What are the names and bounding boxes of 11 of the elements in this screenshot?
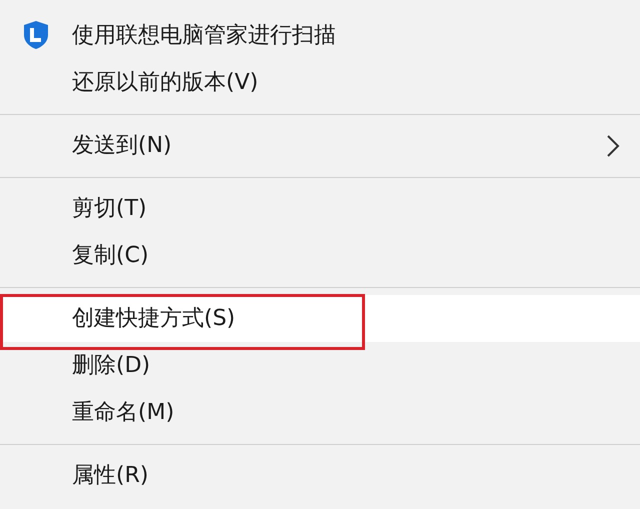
menu-item[interactable]: 使用联想电脑管家进行扫描 [0,12,640,59]
menu-item[interactable]: 发送到(N) [0,122,640,169]
chevron-right-icon [606,134,620,158]
shield-icon [22,20,50,50]
menu-item[interactable]: 删除(D) [0,342,640,389]
menu-item[interactable]: 还原以前的版本(V) [0,59,640,106]
menu-item[interactable]: 剪切(T) [0,185,640,232]
menu-item[interactable]: 创建快捷方式(S) [0,295,640,342]
menu-item[interactable]: 属性(R) [0,452,640,499]
menu-item[interactable]: 重命名(M) [0,389,640,436]
menu-item[interactable]: 复制(C) [0,232,640,279]
